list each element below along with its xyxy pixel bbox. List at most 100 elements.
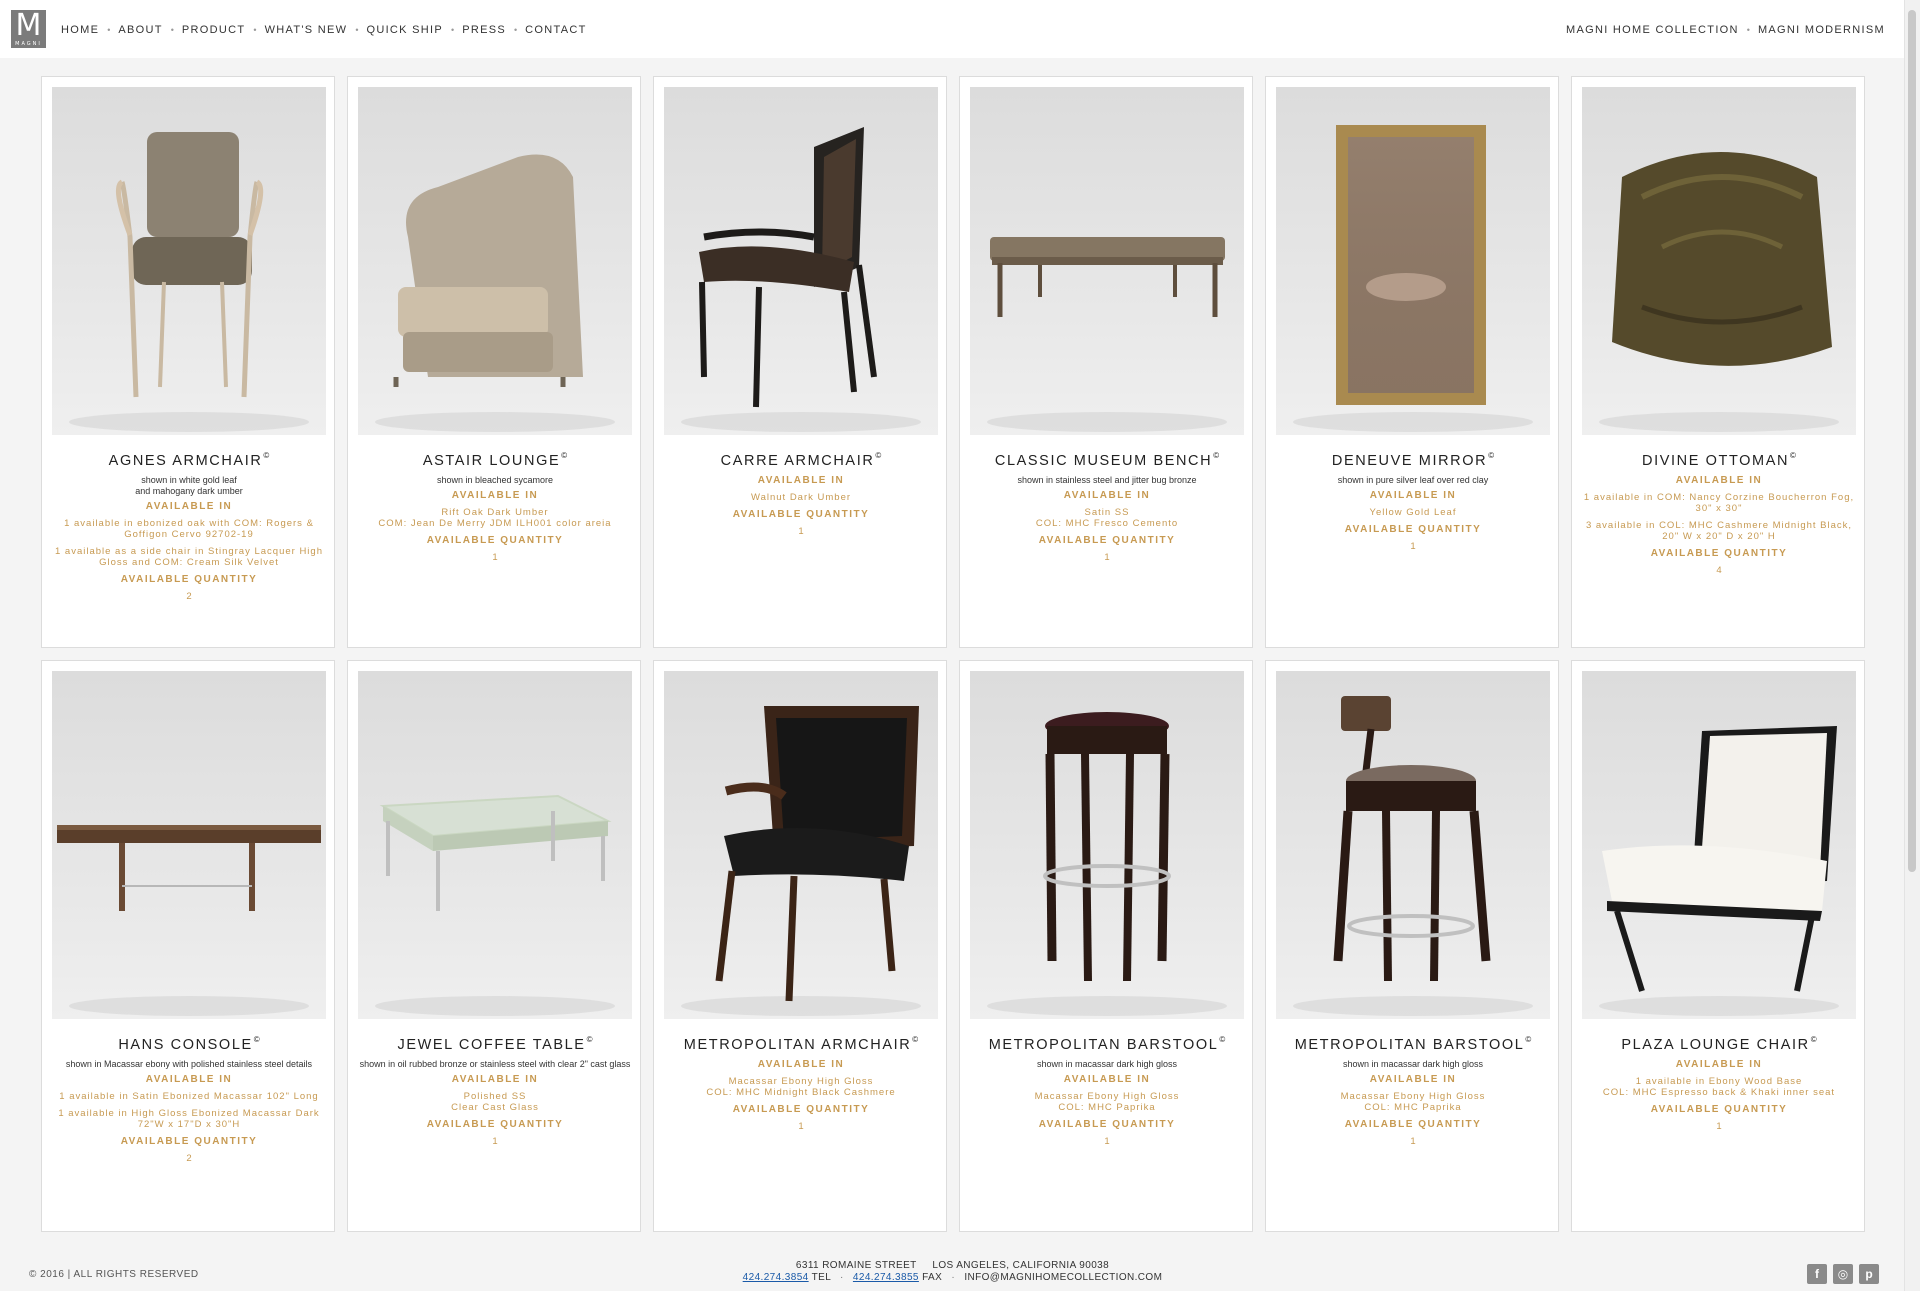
product-finish-note: shown in stainless steel and jitter bug … <box>970 475 1244 486</box>
product-image[interactable] <box>1582 87 1856 435</box>
available-quantity: 1 <box>492 552 498 563</box>
product-name-text: METROPOLITAN BARSTOOL <box>988 1037 1219 1053</box>
product-finish-note: shown in macassar dark high gloss <box>970 1059 1244 1070</box>
scrollbar-thumb[interactable] <box>1908 10 1916 872</box>
pinterest-icon[interactable]: p <box>1859 1264 1879 1284</box>
copyright-mark: © <box>1219 1035 1226 1044</box>
available-in-label: AVAILABLE IN <box>757 1059 845 1070</box>
finish-note-line: shown in macassar dark high gloss <box>1036 1059 1178 1069</box>
available-quantity-label: AVAILABLE QUANTITY <box>426 535 564 546</box>
available-in-label: AVAILABLE IN <box>1063 1074 1151 1085</box>
product-name[interactable]: JEWEL COFFEE TABLE© <box>352 1035 638 1053</box>
product-card[interactable]: DENEUVE MIRROR© shown in pure silver leaf… <box>1265 76 1559 648</box>
product-image[interactable] <box>358 671 632 1019</box>
product-grid: AGNES ARMCHAIR© shown in white gold leaf a… <box>0 0 1905 1291</box>
product-name-text: PLAZA LOUNGE CHAIR <box>1621 1037 1810 1053</box>
product-name-text: DENEUVE MIRROR <box>1331 453 1488 469</box>
finish-note-line: shown in stainless steel and jitter bug … <box>1017 475 1197 485</box>
product-image[interactable] <box>664 87 938 435</box>
email-link[interactable]: INFO@MAGNIHOMECOLLECTION.COM <box>964 1272 1162 1283</box>
product-card[interactable]: HANS CONSOLE© shown in Macassar ebony wit… <box>41 660 335 1232</box>
finish-note-line: shown in Macassar ebony with polished st… <box>65 1059 313 1069</box>
copyright-mark: © <box>1213 451 1220 460</box>
available-quantity-label: AVAILABLE QUANTITY <box>1650 548 1788 559</box>
product-name[interactable]: DIVINE OTTOMAN© <box>1576 451 1862 469</box>
product-finish-note: shown in white gold leaf and mahogany dar… <box>52 475 326 497</box>
available-in-label: AVAILABLE IN <box>1369 490 1457 501</box>
finish-note-line: shown in bleached sycamore <box>436 475 554 485</box>
available-in-label: AVAILABLE IN <box>145 501 233 512</box>
available-in-label: AVAILABLE IN <box>451 490 539 501</box>
available-quantity: 1 <box>1104 552 1110 563</box>
product-image[interactable] <box>1276 87 1550 435</box>
product-card[interactable]: METROPOLITAN ARMCHAIR© AVAILABLE IN Macass… <box>653 660 947 1232</box>
product-finish-note: shown in Macassar ebony with polished st… <box>52 1059 326 1070</box>
product-name[interactable]: HANS CONSOLE© <box>46 1035 332 1053</box>
available-quantity: 1 <box>1410 541 1416 552</box>
product-name[interactable]: CARRE ARMCHAIR© <box>658 451 944 469</box>
contact-info: 6311 ROMAINE STREET LOS ANGELES, CALIFOR… <box>0 1260 1905 1284</box>
finish-note-line: shown in macassar dark high gloss <box>1342 1059 1484 1069</box>
product-card[interactable]: CLASSIC MUSEUM BENCH© shown in stainless … <box>959 76 1253 648</box>
available-option: Satin SS COL: MHC Fresco Cemento <box>1035 507 1179 529</box>
product-image[interactable] <box>358 87 632 435</box>
product-name[interactable]: DENEUVE MIRROR© <box>1270 451 1556 469</box>
available-quantity: 1 <box>1716 1121 1722 1132</box>
product-card[interactable]: JEWEL COFFEE TABLE© shown in oil rubbed b… <box>347 660 641 1232</box>
available-quantity-label: AVAILABLE QUANTITY <box>120 574 258 585</box>
product-finish-note: shown in pure silver leaf over red clay <box>1276 475 1550 486</box>
copyright-mark: © <box>561 451 568 460</box>
product-image[interactable] <box>970 87 1244 435</box>
product-card[interactable]: METROPOLITAN BARSTOOL© shown in macassar … <box>1265 660 1559 1232</box>
product-image[interactable] <box>1276 671 1550 1019</box>
copyright-mark: © <box>586 1035 593 1044</box>
product-name[interactable]: METROPOLITAN ARMCHAIR© <box>658 1035 944 1053</box>
product-finish-note: shown in oil rubbed bronze or stainless … <box>358 1059 632 1070</box>
available-quantity-label: AVAILABLE QUANTITY <box>1344 1119 1482 1130</box>
available-option: Macassar Ebony High Gloss COL: MHC Papri… <box>1034 1091 1180 1113</box>
available-quantity: 1 <box>798 1121 804 1132</box>
product-card[interactable]: PLAZA LOUNGE CHAIR© AVAILABLE IN 1 availab… <box>1571 660 1865 1232</box>
facebook-icon[interactable]: f <box>1807 1264 1827 1284</box>
product-card[interactable]: DIVINE OTTOMAN© AVAILABLE IN 1 available i… <box>1571 76 1865 648</box>
product-image[interactable] <box>52 87 326 435</box>
available-in-label: AVAILABLE IN <box>757 475 845 486</box>
available-option: 1 available in Satin Ebonized Macassar 1… <box>59 1091 319 1102</box>
phone-link[interactable]: 424.274.3854 <box>743 1272 809 1283</box>
copyright-mark: © <box>1810 1035 1817 1044</box>
product-name[interactable]: METROPOLITAN BARSTOOL© <box>964 1035 1250 1053</box>
available-quantity-label: AVAILABLE QUANTITY <box>1038 535 1176 546</box>
fax-link[interactable]: 424.274.3855 <box>853 1272 919 1283</box>
available-option: 1 available as a side chair in Stingray … <box>55 546 323 568</box>
product-card[interactable]: METROPOLITAN BARSTOOL© shown in macassar … <box>959 660 1253 1232</box>
copyright-mark: © <box>263 451 270 460</box>
product-card[interactable]: AGNES ARMCHAIR© shown in white gold leaf a… <box>41 76 335 648</box>
product-name[interactable]: ASTAIR LOUNGE© <box>352 451 638 469</box>
product-name[interactable]: METROPOLITAN BARSTOOL© <box>1270 1035 1556 1053</box>
available-quantity-label: AVAILABLE QUANTITY <box>1344 524 1482 535</box>
available-quantity: 1 <box>492 1136 498 1147</box>
product-finish-note: shown in bleached sycamore <box>358 475 632 486</box>
product-name[interactable]: PLAZA LOUNGE CHAIR© <box>1576 1035 1862 1053</box>
available-option: Macassar Ebony High Gloss COL: MHC Midni… <box>706 1076 896 1098</box>
product-card[interactable]: ASTAIR LOUNGE© shown in bleached sycamore… <box>347 76 641 648</box>
available-quantity: 1 <box>1410 1136 1416 1147</box>
scrollbar[interactable] <box>1904 0 1920 1291</box>
product-name[interactable]: AGNES ARMCHAIR© <box>46 451 332 469</box>
product-name-text: CARRE ARMCHAIR <box>720 453 875 469</box>
product-image[interactable] <box>664 671 938 1019</box>
product-card[interactable]: CARRE ARMCHAIR© AVAILABLE IN Walnut Dark U… <box>653 76 947 648</box>
product-image[interactable] <box>970 671 1244 1019</box>
product-image[interactable] <box>52 671 326 1019</box>
product-name-text: DIVINE OTTOMAN <box>1642 453 1790 469</box>
site-footer: © 2016 | ALL RIGHTS RESERVED 6311 ROMAIN… <box>0 1246 1905 1291</box>
available-option: Polished SS Clear Cast Glass <box>451 1091 539 1113</box>
copyright-mark: © <box>1790 451 1796 460</box>
available-in-label: AVAILABLE IN <box>451 1074 539 1085</box>
product-image[interactable] <box>1582 671 1856 1019</box>
product-name[interactable]: CLASSIC MUSEUM BENCH© <box>964 451 1250 469</box>
available-quantity-label: AVAILABLE QUANTITY <box>732 1104 870 1115</box>
instagram-icon[interactable]: ◎ <box>1833 1264 1853 1284</box>
available-option: 1 available in ebonized oak with COM: Ro… <box>64 518 314 540</box>
product-name-text: CLASSIC MUSEUM BENCH <box>994 453 1213 469</box>
